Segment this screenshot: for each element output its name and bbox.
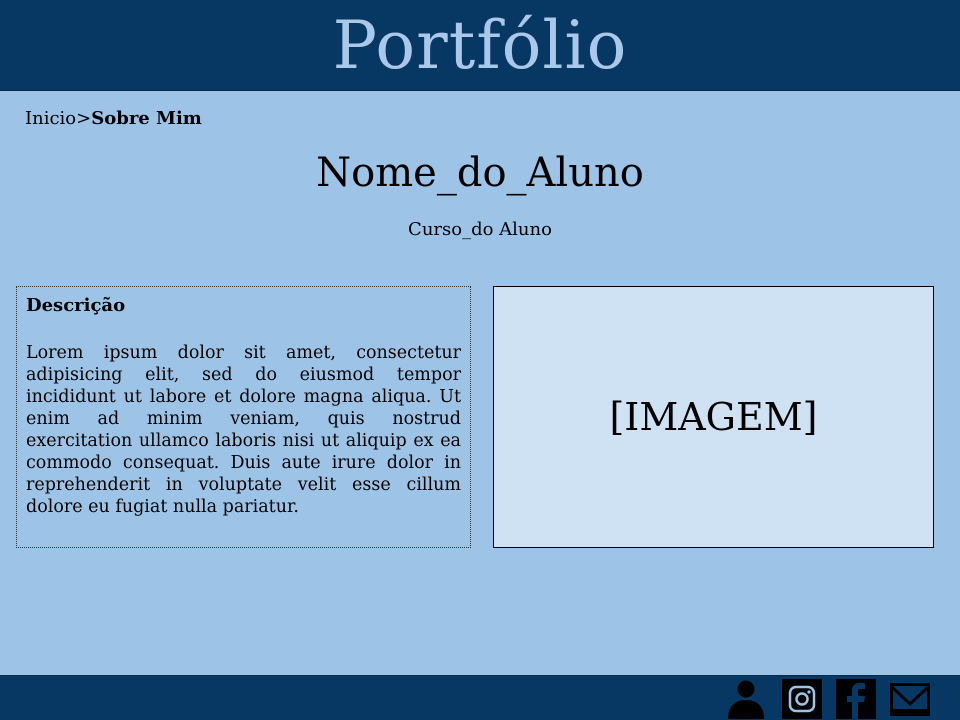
user-icon[interactable]: [726, 679, 766, 719]
facebook-icon[interactable]: [836, 679, 876, 719]
page-header: Portfólio: [0, 0, 960, 91]
description-text: Lorem ipsum dolor sit amet, consectetur …: [26, 343, 461, 517]
page-title: Portfólio: [332, 7, 628, 84]
mail-icon[interactable]: [890, 679, 930, 719]
image-placeholder: [IMAGEM]: [493, 286, 934, 548]
breadcrumb-home-link[interactable]: Inicio: [25, 108, 76, 129]
breadcrumb-current: Sobre Mim: [91, 108, 202, 129]
page-footer: [0, 675, 960, 720]
breadcrumb-separator: >: [76, 108, 92, 129]
description-panel: Descrição Lorem ipsum dolor sit amet, co…: [16, 286, 471, 548]
image-placeholder-label: [IMAGEM]: [609, 395, 818, 439]
student-course: Curso_do Aluno: [408, 219, 552, 240]
description-title: Descrição: [26, 295, 126, 316]
student-name: Nome_do_Aluno: [316, 150, 644, 196]
breadcrumb: Inicio>Sobre Mim: [25, 108, 202, 129]
instagram-icon[interactable]: [782, 679, 822, 719]
